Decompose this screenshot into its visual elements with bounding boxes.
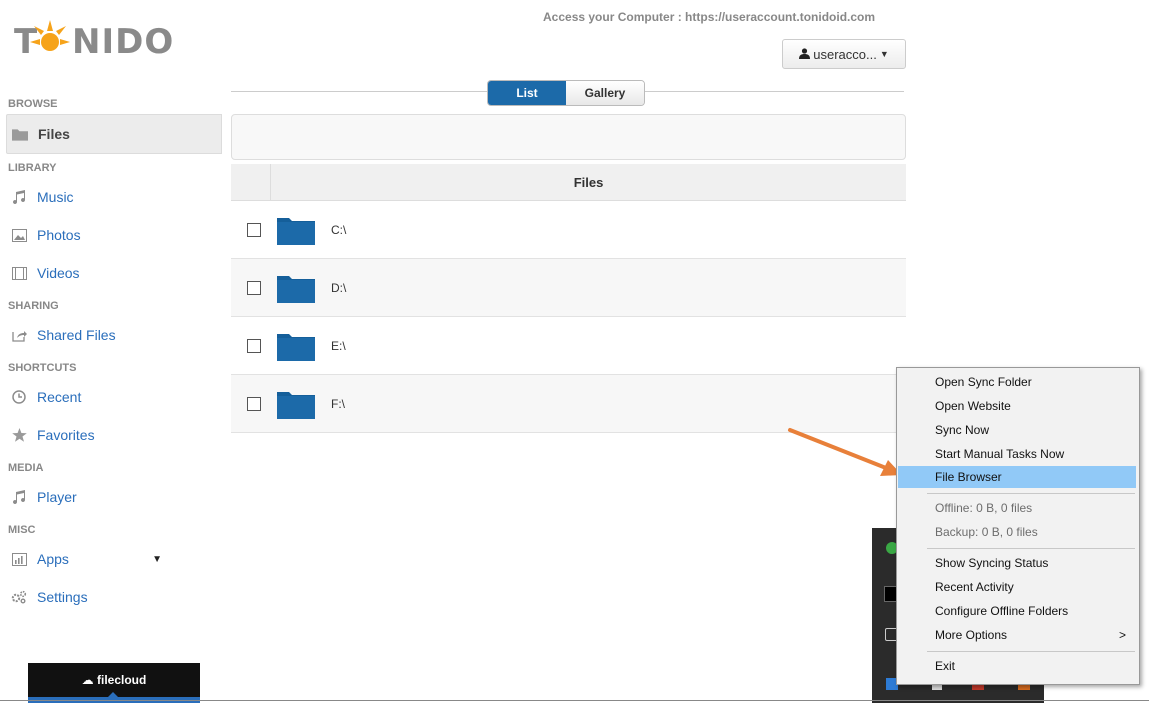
film-icon bbox=[11, 265, 27, 281]
access-url-text: Access your Computer : https://useraccou… bbox=[543, 10, 876, 24]
section-media: MEDIA bbox=[8, 462, 44, 474]
music-icon bbox=[11, 189, 27, 205]
folder-icon bbox=[277, 389, 315, 419]
image-icon bbox=[11, 227, 27, 243]
sidebar-item-label: Settings bbox=[37, 589, 88, 605]
menu-separator bbox=[927, 548, 1135, 549]
table-row[interactable]: E:\ bbox=[231, 317, 906, 375]
sidebar-item-label: Shared Files bbox=[37, 327, 116, 343]
sidebar-item-label: Favorites bbox=[37, 427, 95, 443]
folder-icon bbox=[12, 126, 28, 142]
section-library: LIBRARY bbox=[8, 162, 57, 174]
row-checkbox[interactable] bbox=[247, 396, 261, 411]
share-icon bbox=[11, 327, 27, 343]
menu-item-open-website[interactable]: Open Website bbox=[898, 395, 1136, 417]
folder-icon bbox=[277, 331, 315, 361]
menu-item-label: More Options bbox=[935, 628, 1008, 642]
menu-item-exit[interactable]: Exit bbox=[898, 655, 1136, 677]
sidebar: BROWSE Files LIBRARY Music Photos Videos… bbox=[0, 90, 222, 616]
row-checkbox[interactable] bbox=[247, 222, 261, 237]
section-browse: BROWSE bbox=[8, 98, 58, 110]
sidebar-item-files[interactable]: Files bbox=[6, 114, 222, 154]
menu-item-show-syncing-status[interactable]: Show Syncing Status bbox=[898, 552, 1136, 574]
tray-context-menu: Open Sync Folder Open Website Sync Now S… bbox=[896, 367, 1140, 685]
select-all-column[interactable] bbox=[231, 164, 271, 200]
sidebar-item-player[interactable]: Player bbox=[0, 478, 222, 516]
file-name[interactable]: E:\ bbox=[331, 339, 346, 353]
chevron-right-icon: > bbox=[1118, 628, 1126, 642]
section-sharing: SHARING bbox=[8, 300, 59, 312]
sidebar-item-recent[interactable]: Recent bbox=[0, 378, 222, 416]
sidebar-item-music[interactable]: Music bbox=[0, 178, 222, 216]
sidebar-item-label: Apps bbox=[37, 551, 69, 567]
file-name[interactable]: C:\ bbox=[331, 223, 346, 237]
tonido-logo[interactable]: T NIDO bbox=[14, 18, 184, 64]
table-header: Files bbox=[231, 164, 906, 201]
files-column-header[interactable]: Files bbox=[271, 164, 906, 202]
filecloud-banner[interactable]: ☁ filecloud bbox=[28, 663, 200, 703]
menu-item-sync-now[interactable]: Sync Now bbox=[898, 419, 1136, 441]
logo-text: NIDO bbox=[72, 22, 175, 62]
menu-item-more-options[interactable]: More Options > bbox=[898, 624, 1136, 646]
section-shortcuts: SHORTCUTS bbox=[8, 362, 77, 374]
file-name[interactable]: F:\ bbox=[331, 397, 345, 411]
sidebar-item-label: Files bbox=[38, 126, 70, 142]
menu-item-start-manual-tasks[interactable]: Start Manual Tasks Now bbox=[898, 443, 1136, 465]
menu-separator bbox=[927, 651, 1135, 652]
table-row[interactable]: C:\ bbox=[231, 201, 906, 259]
sidebar-item-favorites[interactable]: Favorites bbox=[0, 416, 222, 454]
sidebar-item-label: Player bbox=[37, 489, 77, 505]
menu-item-recent-activity[interactable]: Recent Activity bbox=[898, 576, 1136, 598]
sidebar-item-apps[interactable]: Apps ▼ bbox=[0, 540, 222, 578]
menu-separator bbox=[927, 493, 1135, 494]
row-checkbox[interactable] bbox=[247, 280, 261, 295]
star-icon bbox=[11, 427, 27, 443]
clock-icon bbox=[11, 389, 27, 405]
menu-item-backup-status: Backup: 0 B, 0 files bbox=[935, 525, 1038, 539]
list-view-button[interactable]: List bbox=[488, 81, 566, 105]
user-icon bbox=[799, 47, 811, 62]
menu-item-file-browser[interactable]: File Browser bbox=[898, 466, 1136, 488]
chart-icon bbox=[11, 551, 27, 567]
sidebar-item-shared-files[interactable]: Shared Files bbox=[0, 316, 222, 354]
cloud-icon: ☁ bbox=[81, 673, 94, 687]
menu-item-configure-offline-folders[interactable]: Configure Offline Folders bbox=[898, 600, 1136, 622]
section-misc: MISC bbox=[8, 524, 36, 536]
menu-item-open-sync-folder[interactable]: Open Sync Folder bbox=[898, 371, 1136, 393]
gallery-view-button[interactable]: Gallery bbox=[566, 81, 644, 105]
sidebar-item-label: Photos bbox=[37, 227, 81, 243]
sidebar-item-photos[interactable]: Photos bbox=[0, 216, 222, 254]
folder-icon bbox=[277, 215, 315, 245]
sidebar-item-label: Recent bbox=[37, 389, 82, 405]
sidebar-item-label: Music bbox=[37, 189, 74, 205]
view-toggle: List Gallery bbox=[487, 80, 645, 106]
filecloud-label: ☁ filecloud bbox=[81, 673, 147, 687]
sidebar-item-label: Videos bbox=[37, 265, 80, 281]
annotation-arrow-icon bbox=[788, 428, 902, 476]
file-name[interactable]: D:\ bbox=[331, 281, 346, 295]
row-checkbox[interactable] bbox=[247, 338, 261, 353]
caret-down-icon: ▼ bbox=[879, 49, 889, 59]
user-menu-button[interactable]: useracco... ▼ bbox=[782, 39, 906, 69]
sidebar-item-videos[interactable]: Videos bbox=[0, 254, 222, 292]
table-row[interactable]: D:\ bbox=[231, 259, 906, 317]
folder-icon bbox=[277, 273, 315, 303]
gears-icon bbox=[11, 589, 27, 605]
menu-item-offline-status: Offline: 0 B, 0 files bbox=[935, 501, 1033, 515]
user-label: useracco... bbox=[813, 46, 877, 62]
taskbar-edge bbox=[0, 700, 1149, 701]
sidebar-item-settings[interactable]: Settings bbox=[0, 578, 222, 616]
caret-down-icon[interactable]: ▼ bbox=[152, 554, 162, 565]
sun-icon bbox=[30, 20, 70, 51]
breadcrumb-bar bbox=[231, 114, 906, 160]
music-icon bbox=[11, 489, 27, 505]
